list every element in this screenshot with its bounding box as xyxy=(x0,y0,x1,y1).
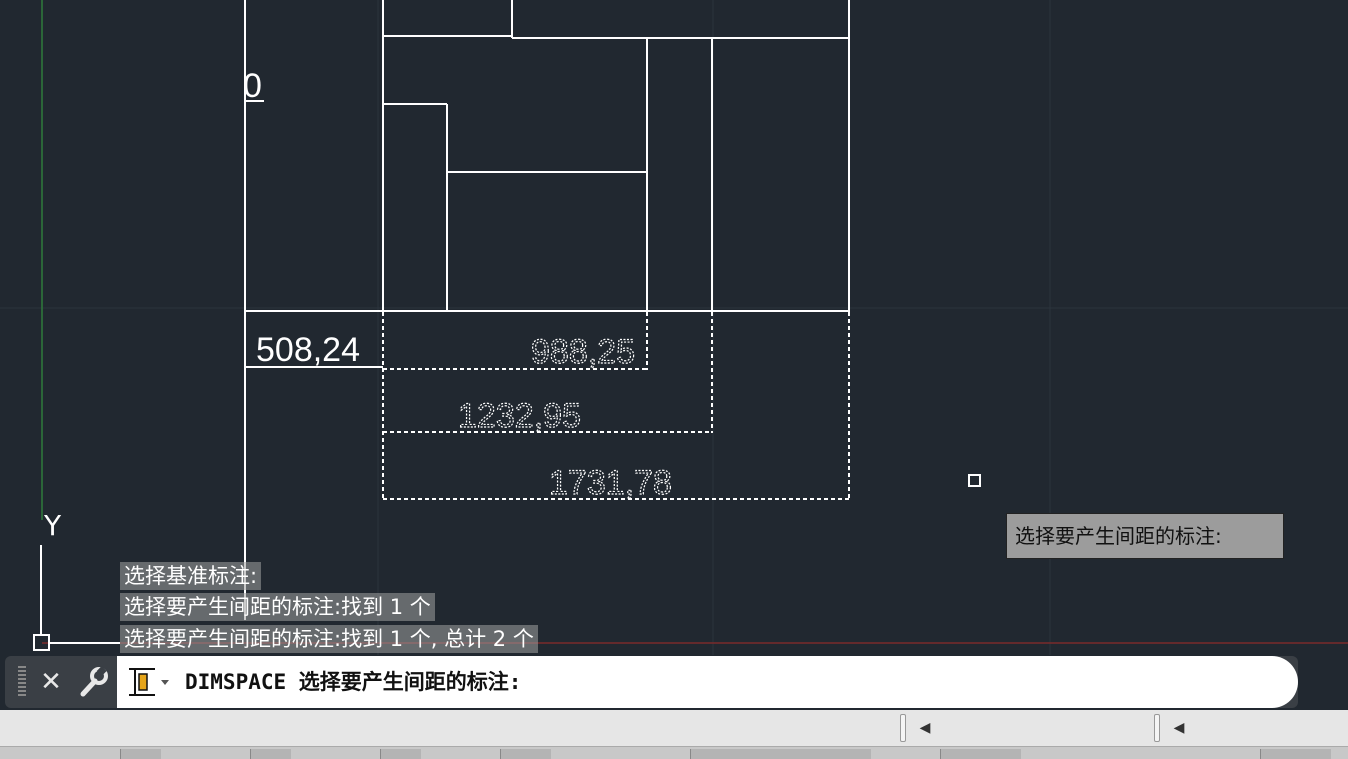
label-zero: 0 xyxy=(243,67,262,105)
dimspace-icon[interactable] xyxy=(125,665,169,699)
history-line-1: 选择基准标注: xyxy=(120,562,262,590)
ucs-y-label: Y xyxy=(43,509,62,542)
scroll-left-arrow[interactable]: ◀ xyxy=(914,718,936,738)
close-icon[interactable]: ✕ xyxy=(35,664,67,700)
grip-handle[interactable] xyxy=(18,666,26,698)
ucs-icon xyxy=(33,545,120,651)
dimension-988: 988,25 xyxy=(531,333,635,371)
scroll-divider xyxy=(900,714,906,742)
history-line-3: 选择要产生间距的标注:找到 1 个, 总计 2 个 xyxy=(120,625,538,653)
command-line-bar: ✕ DIMSPACE 选择要产生间距的标注: xyxy=(5,656,1298,708)
history-line-2: 选择要产生间距的标注:找到 1 个 xyxy=(120,593,435,621)
drawing-geometry xyxy=(244,0,850,620)
command-text: DIMSPACE 选择要产生间距的标注: xyxy=(185,670,522,694)
dimension-508: 508,24 xyxy=(256,331,360,369)
cursor-pickbox xyxy=(968,474,981,487)
scroll-divider xyxy=(1154,714,1160,742)
wrench-icon[interactable] xyxy=(73,664,113,700)
dimension-1232: 1232,95 xyxy=(458,397,581,435)
dynamic-input-tooltip: 选择要产生间距的标注: xyxy=(1006,513,1284,559)
horizontal-scrollbar[interactable]: ◀ ◀ xyxy=(0,710,1348,746)
scroll-left-arrow[interactable]: ◀ xyxy=(1168,718,1190,738)
dimension-1731: 1731,78 xyxy=(549,464,672,502)
status-bar xyxy=(0,746,1348,759)
command-input[interactable]: DIMSPACE 选择要产生间距的标注: xyxy=(117,656,1298,708)
